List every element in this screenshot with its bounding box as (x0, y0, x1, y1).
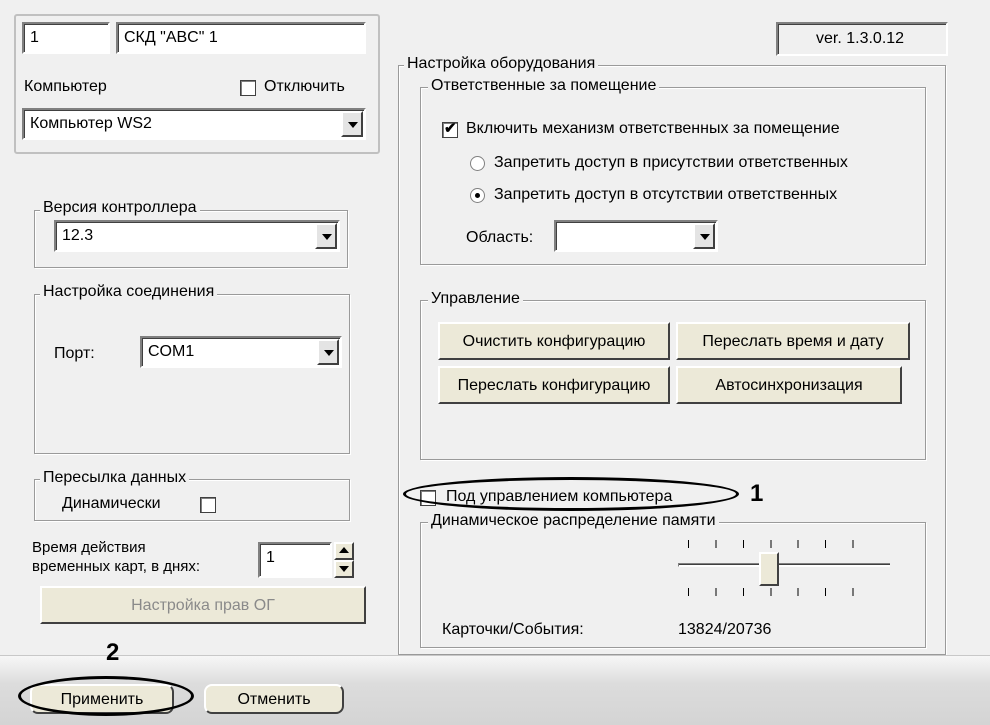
cards-events-label: Карточки/События: (442, 621, 584, 638)
spin-up-button[interactable] (334, 542, 354, 560)
chevron-down-icon[interactable] (693, 223, 715, 249)
chevron-down-icon[interactable] (341, 111, 363, 137)
slider-ticks-top (688, 540, 880, 548)
name-value: СКД "ABC" 1 (124, 29, 218, 46)
disable-checkbox[interactable] (240, 80, 256, 96)
area-select[interactable] (554, 220, 718, 252)
number-value: 1 (30, 29, 39, 46)
memory-slider[interactable] (678, 540, 890, 596)
cards-events-value: 13824/20736 (678, 621, 772, 638)
pc-control-checkbox[interactable] (420, 490, 436, 506)
cancel-button[interactable]: Отменить (204, 684, 344, 714)
number-field[interactable]: 1 (22, 22, 110, 54)
checkmark-icon: ✔ (444, 120, 457, 137)
apply-button[interactable]: Применить (30, 684, 174, 714)
computer-label: Компьютер (24, 78, 107, 95)
port-value: COM1 (148, 343, 195, 360)
chevron-down-icon[interactable] (315, 223, 337, 249)
temp-cards-input[interactable]: 1 (258, 542, 332, 578)
version-value: ver. 1.3.0.12 (816, 30, 905, 47)
controller-version-value: 12.3 (62, 227, 94, 244)
chevron-down-icon[interactable] (317, 339, 339, 365)
slider-ticks-bottom (688, 588, 880, 596)
dynamic-label: Динамически (62, 495, 161, 512)
area-label: Область: (466, 229, 534, 246)
radio-deny-present-label: Запретить доступ в присутствии ответстве… (494, 154, 848, 171)
version-label: ver. 1.3.0.12 (776, 22, 948, 56)
disable-label: Отключить (264, 78, 345, 95)
autosync-button[interactable]: Автосинхронизация (676, 366, 902, 404)
dynamic-checkbox[interactable] (200, 497, 216, 513)
clear-config-button[interactable]: Очистить конфигурацию (438, 322, 670, 360)
pc-control-label: Под управлением компьютера (446, 488, 673, 505)
callout-2: 2 (106, 639, 120, 666)
controller-version-legend: Версия контроллера (40, 199, 200, 217)
responsible-legend: Ответственные за помещение (428, 77, 660, 95)
connection-group (34, 294, 350, 454)
slider-track (678, 563, 890, 567)
radio-deny-present[interactable] (470, 156, 485, 171)
computer-select-value: Компьютер WS2 (30, 115, 152, 132)
chevron-down-icon (339, 566, 349, 572)
spin-down-button[interactable] (334, 560, 354, 578)
temp-cards-label-2: временных карт, в днях: (32, 558, 201, 575)
name-field[interactable]: СКД "ABC" 1 (116, 22, 366, 54)
og-rights-button[interactable]: Настройка прав ОГ (40, 586, 366, 624)
slider-thumb[interactable] (759, 552, 779, 586)
enable-responsible-checkbox[interactable]: ✔ (442, 120, 458, 138)
callout-1: 1 (750, 480, 764, 507)
enable-responsible-label: Включить механизм ответственных за помещ… (466, 120, 840, 137)
memory-legend: Динамическое распределение памяти (428, 512, 719, 530)
send-time-button[interactable]: Переслать время и дату (676, 322, 910, 360)
temp-cards-label-1: Время действия (32, 539, 146, 556)
send-config-button[interactable]: Переслать конфигурацию (438, 366, 670, 404)
chevron-up-icon (339, 547, 349, 553)
temp-cards-value: 1 (266, 549, 275, 566)
port-select[interactable]: COM1 (140, 336, 342, 368)
data-transfer-legend: Пересылка данных (40, 469, 190, 487)
radio-selected-dot (475, 193, 480, 198)
controller-version-select[interactable]: 12.3 (54, 220, 340, 252)
equipment-legend: Настройка оборудования (404, 55, 599, 73)
computer-select[interactable]: Компьютер WS2 (22, 108, 366, 140)
radio-deny-absent[interactable] (470, 188, 485, 203)
radio-deny-absent-label: Запретить доступ в отсутствии ответствен… (494, 186, 838, 203)
port-label: Порт: (54, 345, 95, 362)
control-legend: Управление (428, 290, 523, 308)
connection-legend: Настройка соединения (40, 283, 218, 301)
